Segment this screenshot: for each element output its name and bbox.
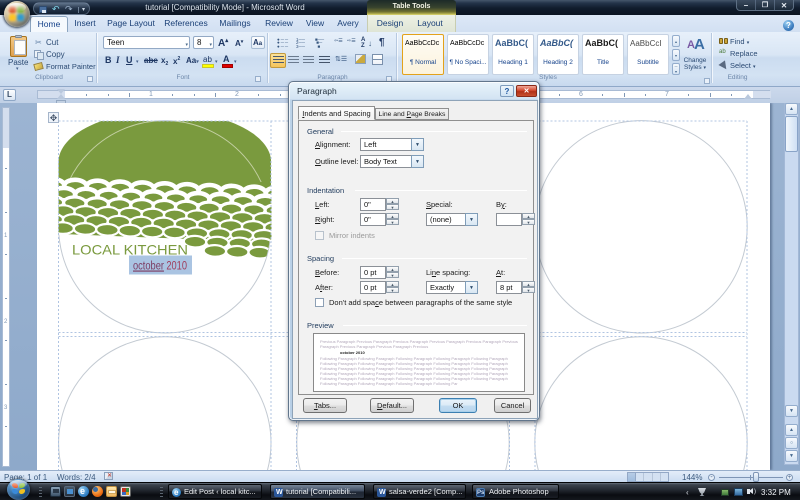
svg-text:october2010: october2010 <box>133 261 187 273</box>
svg-text:LOCAL KITCHEN: LOCAL KITCHEN <box>72 243 188 258</box>
